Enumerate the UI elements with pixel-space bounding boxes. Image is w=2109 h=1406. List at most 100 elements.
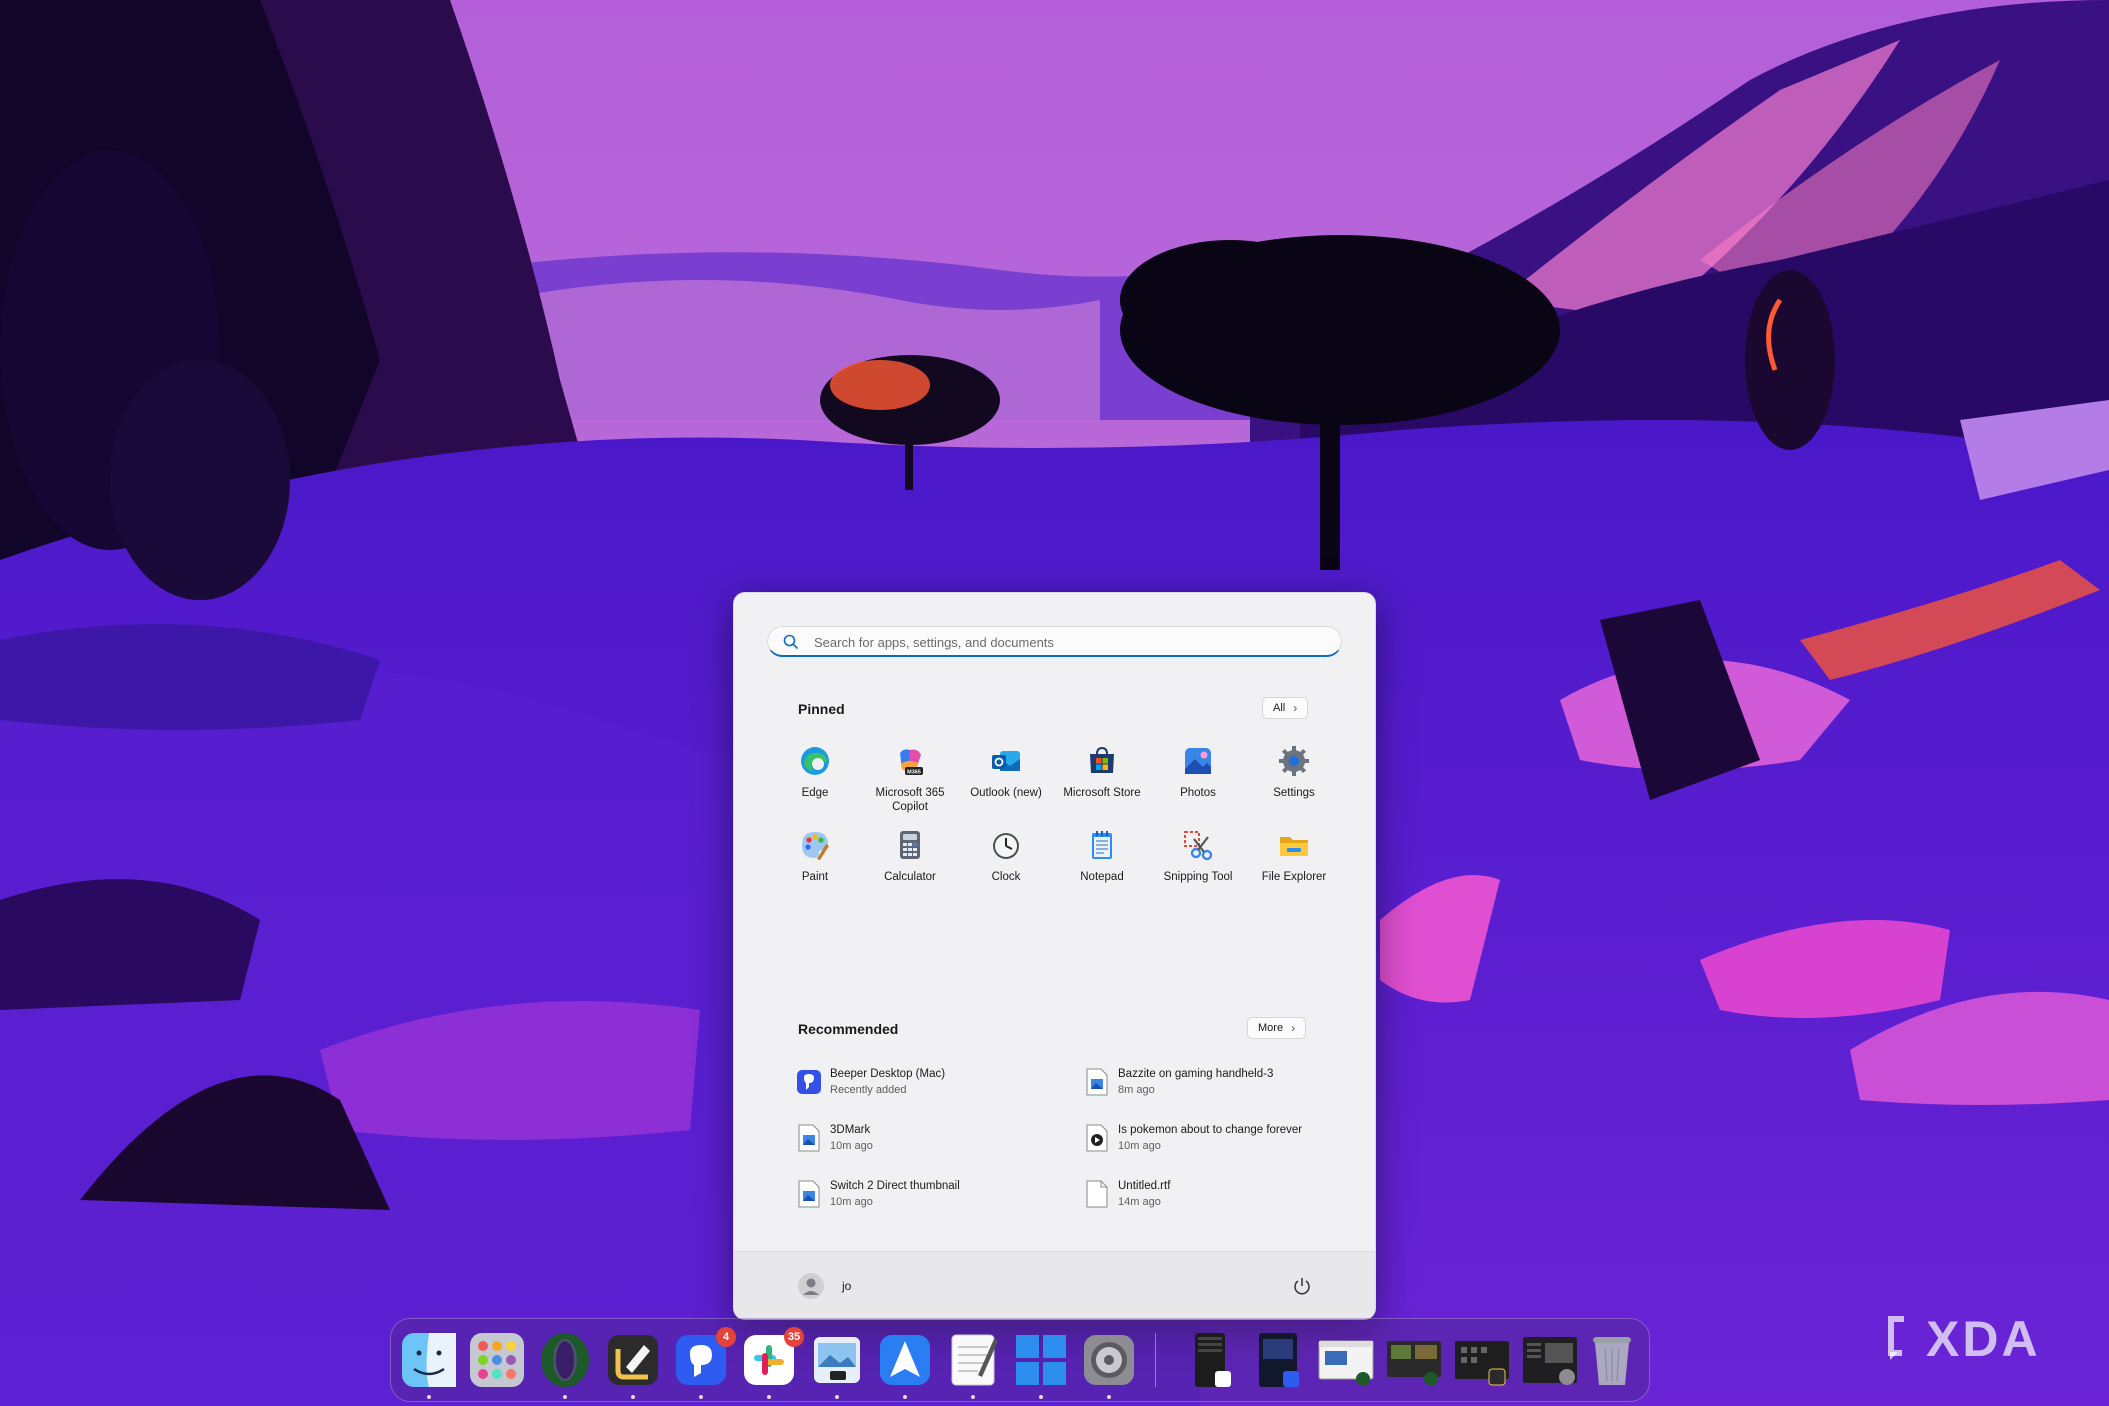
recommended-item-name: Beeper Desktop (Mac) xyxy=(830,1068,946,1080)
minimized-window-media[interactable] xyxy=(1385,1331,1443,1389)
recommended-title: Recommended xyxy=(798,1021,899,1037)
recommended-item-time: 10m ago xyxy=(1118,1140,1161,1152)
image-file-icon xyxy=(1086,1068,1108,1096)
svg-text:M365: M365 xyxy=(907,770,921,776)
pinned-app-edge[interactable]: Edge xyxy=(769,733,861,807)
search-icon xyxy=(783,634,799,650)
gear-icon xyxy=(1279,746,1309,776)
system-settings-icon[interactable] xyxy=(1080,1331,1138,1389)
pinned-app-label: Calculator xyxy=(884,871,936,883)
search-box[interactable] xyxy=(767,626,1342,657)
notepad-icon xyxy=(1092,831,1112,859)
notes-app-icon[interactable] xyxy=(604,1331,662,1389)
recommended-item[interactable]: 3DMark 10m ago xyxy=(784,1114,1054,1160)
minimized-window-slack[interactable] xyxy=(1181,1331,1239,1389)
spark-mail-icon[interactable] xyxy=(876,1331,934,1389)
recommended-item-time: Recently added xyxy=(830,1084,907,1096)
video-file-icon xyxy=(1086,1124,1108,1152)
pinned-app-file-explorer[interactable]: File Explorer xyxy=(1248,817,1340,891)
pinned-app-copilot[interactable]: M365 Microsoft 365 Copilot xyxy=(864,733,956,813)
dock: 4 35 xyxy=(390,1318,1650,1402)
pinned-app-snipping-tool[interactable]: Snipping Tool xyxy=(1152,817,1244,891)
running-indicator xyxy=(971,1395,975,1399)
finder-icon[interactable] xyxy=(400,1331,458,1389)
all-apps-button[interactable]: All › xyxy=(1262,697,1309,719)
pinned-app-label: Microsoft 365 Copilot xyxy=(875,787,945,813)
recommended-item-time: 10m ago xyxy=(830,1196,873,1208)
xda-watermark: XDA xyxy=(1878,1308,2078,1367)
xda-logo-text: XDA xyxy=(1926,1311,2041,1367)
running-indicator xyxy=(767,1395,771,1399)
pinned-app-settings[interactable]: Settings xyxy=(1248,733,1340,807)
pinned-app-calculator[interactable]: Calculator xyxy=(864,817,956,891)
pinned-app-photos[interactable]: Photos xyxy=(1152,733,1244,807)
photos-icon xyxy=(1185,748,1211,774)
recommended-item-time: 8m ago xyxy=(1118,1084,1155,1096)
pinned-app-label: File Explorer xyxy=(1261,871,1327,883)
chevron-right-icon: › xyxy=(1293,701,1298,715)
search-input[interactable] xyxy=(812,630,1326,654)
pinned-app-label: Outlook (new) xyxy=(970,787,1042,799)
pinned-app-label: Settings xyxy=(1273,787,1315,799)
edge-icon xyxy=(801,747,829,775)
windows-app-icon[interactable] xyxy=(1012,1331,1070,1389)
running-indicator xyxy=(835,1395,839,1399)
minimized-window-beeper[interactable] xyxy=(1249,1331,1307,1389)
minimized-window-browser[interactable] xyxy=(1317,1331,1375,1389)
pinned-app-clock[interactable]: Clock xyxy=(960,817,1052,891)
running-indicator xyxy=(1039,1395,1043,1399)
recommended-item[interactable]: Untitled.rtf 14m ago xyxy=(1072,1170,1342,1216)
pinned-app-paint[interactable]: Paint xyxy=(769,817,861,891)
copilot-icon: M365 xyxy=(900,749,923,776)
recommended-item[interactable]: Beeper Desktop (Mac) Recently added xyxy=(784,1058,1054,1104)
recommended-item[interactable]: Is pokemon about to change forever 10m a… xyxy=(1072,1114,1342,1160)
pinned-app-notepad[interactable]: Notepad xyxy=(1056,817,1148,891)
pinned-app-label: Photos xyxy=(1180,787,1216,799)
recommended-item-name: 3DMark xyxy=(830,1124,871,1136)
pinned-app-label: Clock xyxy=(991,871,1021,883)
running-indicator xyxy=(903,1395,907,1399)
beeper-dock-icon[interactable]: 4 xyxy=(672,1327,736,1389)
notification-badge: 4 xyxy=(716,1327,736,1347)
document-file-icon xyxy=(1086,1180,1108,1208)
trash-icon[interactable] xyxy=(1583,1331,1641,1389)
pinned-app-store[interactable]: Microsoft Store xyxy=(1056,733,1148,807)
minimized-window-notes[interactable] xyxy=(1453,1331,1511,1389)
recommended-item[interactable]: Switch 2 Direct thumbnail 10m ago xyxy=(784,1170,1054,1216)
user-account-button[interactable]: jo xyxy=(790,1266,900,1306)
slack-dock-icon[interactable]: 35 xyxy=(740,1327,804,1389)
all-apps-label: All xyxy=(1273,702,1286,714)
pinned-app-outlook[interactable]: Outlook (new) xyxy=(960,733,1052,807)
recommended-item-name: Switch 2 Direct thumbnail xyxy=(830,1180,960,1192)
pinned-app-label: Microsoft Store xyxy=(1063,787,1141,799)
image-file-icon xyxy=(798,1180,820,1208)
recommended-item-time: 10m ago xyxy=(830,1140,873,1152)
more-label: More xyxy=(1258,1022,1284,1034)
recommended-item-name: Bazzite on gaming handheld-3 xyxy=(1118,1068,1274,1080)
more-button[interactable]: More › xyxy=(1247,1017,1307,1039)
folder-icon xyxy=(1280,837,1308,856)
dock-divider xyxy=(1155,1333,1156,1387)
pinned-title: Pinned xyxy=(798,701,845,717)
recommended-item-time: 14m ago xyxy=(1118,1196,1161,1208)
outlook-icon xyxy=(992,751,1020,771)
running-indicator xyxy=(563,1395,567,1399)
minimized-window-settings[interactable] xyxy=(1521,1331,1579,1389)
running-indicator xyxy=(631,1395,635,1399)
start-menu: Pinned All › Edge M365 Microsoft 365 Cop… xyxy=(733,592,1376,1320)
recommended-item-name: Is pokemon about to change forever xyxy=(1118,1124,1303,1136)
clock-icon xyxy=(993,833,1019,859)
recommended-item[interactable]: Bazzite on gaming handheld-3 8m ago xyxy=(1072,1058,1342,1104)
launchpad-icon[interactable] xyxy=(468,1331,526,1389)
preview-icon[interactable] xyxy=(808,1331,866,1389)
user-name: jo xyxy=(842,1279,852,1293)
beeper-icon xyxy=(797,1070,821,1094)
calculator-icon xyxy=(900,831,920,859)
textedit-icon[interactable] xyxy=(944,1331,1002,1389)
pinned-app-label: Paint xyxy=(801,871,829,883)
opera-icon[interactable] xyxy=(536,1331,594,1389)
power-icon[interactable] xyxy=(1291,1275,1313,1297)
running-indicator xyxy=(1107,1395,1111,1399)
pinned-app-label: Notepad xyxy=(1080,871,1124,883)
chevron-right-icon: › xyxy=(1291,1021,1296,1035)
